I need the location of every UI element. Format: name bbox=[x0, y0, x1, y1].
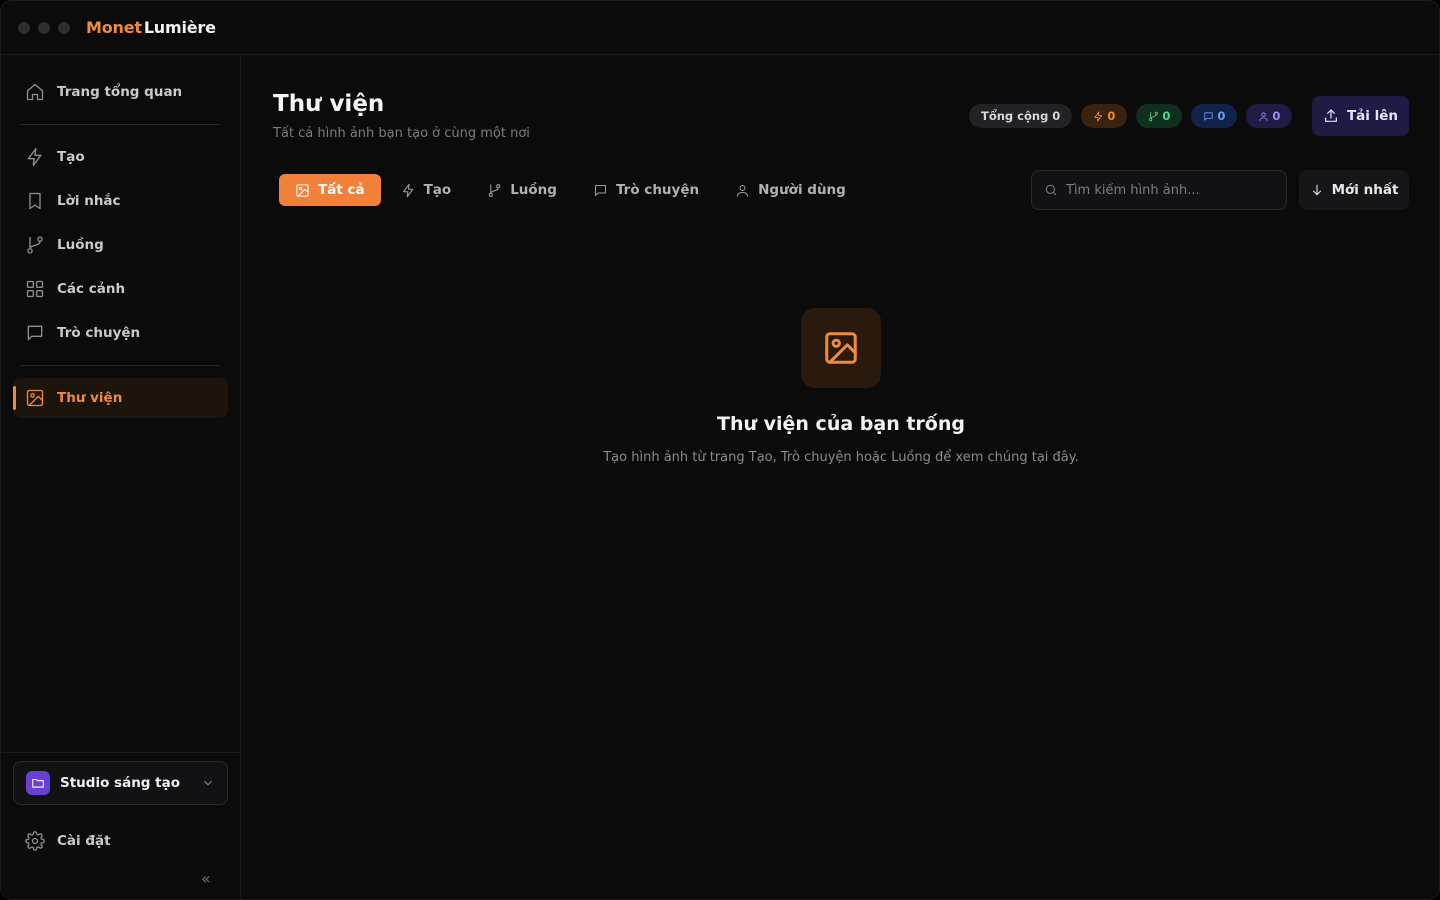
empty-state-message: Tạo hình ảnh từ trang Tạo, Trò chuyện ho… bbox=[603, 450, 1079, 465]
sidebar-item-scenes[interactable]: Các cảnh bbox=[13, 269, 228, 309]
sidebar-item-dashboard[interactable]: Trang tổng quan bbox=[13, 72, 228, 112]
git-branch-icon bbox=[1149, 111, 1159, 121]
sidebar-item-label: Tạo bbox=[57, 149, 85, 165]
grid-icon bbox=[26, 280, 44, 298]
user-icon bbox=[1259, 111, 1268, 121]
upload-button[interactable]: Tải lên bbox=[1312, 96, 1409, 136]
lightning-icon bbox=[27, 148, 42, 166]
sidebar-item-label: Các cảnh bbox=[57, 281, 126, 297]
app-brand: Monet Lumière bbox=[86, 18, 216, 37]
total-count-badge: Tổng cộng 0 bbox=[969, 104, 1073, 128]
tab-generate[interactable]: Tạo bbox=[385, 174, 468, 206]
sidebar-item-generate[interactable]: Tạo bbox=[13, 137, 228, 177]
sidebar-divider bbox=[21, 124, 219, 125]
page-subtitle: Tất cả hình ảnh bạn tạo ở cùng một nơi bbox=[273, 126, 530, 141]
git-branch-icon bbox=[488, 183, 501, 197]
git-branch-icon bbox=[27, 236, 43, 254]
sidebar-item-chat[interactable]: Trò chuyện bbox=[13, 313, 228, 353]
tab-all[interactable]: Tất cả bbox=[279, 174, 381, 206]
tab-flows[interactable]: Luồng bbox=[471, 174, 573, 206]
user-icon bbox=[737, 184, 749, 197]
sidebar-item-settings[interactable]: Cài đặt bbox=[13, 821, 228, 861]
sidebar-footer-divider bbox=[1, 752, 240, 753]
sidebar: Trang tổng quan Tạo Lời nhắc Luồng Các c… bbox=[1, 55, 241, 899]
filter-tabs: Tất cả Tạo Luồng Trò chuyện Người dùng bbox=[279, 174, 866, 206]
flow-count-badge: 0 bbox=[1136, 104, 1183, 128]
arrow-down-icon bbox=[1312, 184, 1321, 196]
home-icon bbox=[26, 83, 44, 101]
sort-dropdown[interactable]: Mới nhất bbox=[1299, 170, 1409, 210]
maximize-window-button[interactable] bbox=[58, 21, 70, 34]
sidebar-item-label: Lời nhắc bbox=[57, 193, 121, 209]
search-icon bbox=[1045, 184, 1057, 196]
user-count-badge: 0 bbox=[1246, 104, 1293, 128]
image-icon bbox=[26, 389, 44, 407]
empty-state-image-icon bbox=[801, 308, 881, 388]
empty-state-title: Thư viện của bạn trống bbox=[717, 413, 965, 435]
chat-icon bbox=[594, 184, 606, 196]
generate-count-badge: 0 bbox=[1081, 104, 1128, 128]
sidebar-item-label: Luồng bbox=[57, 237, 104, 253]
sidebar-item-flows[interactable]: Luồng bbox=[13, 225, 228, 265]
gear-icon bbox=[25, 831, 45, 851]
chevron-down-icon bbox=[204, 780, 212, 786]
window-controls bbox=[18, 21, 70, 34]
bookmark-icon bbox=[29, 192, 41, 210]
image-icon bbox=[296, 183, 309, 197]
sidebar-item-prompts[interactable]: Lời nhắc bbox=[13, 181, 228, 221]
page-title: Thư viện bbox=[273, 91, 385, 117]
sidebar-item-label: Trang tổng quan bbox=[57, 84, 183, 100]
settings-label: Cài đặt bbox=[57, 833, 111, 849]
sidebar-item-label: Trò chuyện bbox=[57, 325, 141, 341]
workspace-selector[interactable]: Studio sáng tạo bbox=[13, 761, 228, 805]
tab-chat[interactable]: Trò chuyện bbox=[577, 174, 715, 206]
sidebar-divider bbox=[21, 365, 219, 366]
close-window-button[interactable] bbox=[18, 21, 30, 34]
chat-icon bbox=[27, 325, 43, 341]
lightning-icon bbox=[1094, 111, 1103, 121]
app-window: Monet Lumière Trang tổng quan Tạo Lời nhắ… bbox=[0, 0, 1440, 900]
folder-icon bbox=[26, 771, 50, 795]
upload-icon bbox=[1325, 109, 1337, 122]
stats-badges: Tổng cộng 0 0 0 0 0 bbox=[969, 104, 1293, 128]
brand-name-part2: Lumière bbox=[143, 18, 216, 37]
search-box bbox=[1031, 170, 1287, 210]
sidebar-item-library[interactable]: Thư viện bbox=[13, 378, 228, 418]
search-input[interactable] bbox=[1066, 182, 1266, 198]
chat-icon bbox=[1204, 111, 1213, 121]
sidebar-item-label: Thư viện bbox=[57, 390, 123, 406]
tab-users[interactable]: Người dùng bbox=[719, 174, 862, 206]
collapse-sidebar-button[interactable]: « bbox=[201, 869, 211, 888]
main-content: Thư viện Tất cả hình ảnh bạn tạo ở cùng … bbox=[241, 55, 1439, 899]
title-bar: Monet Lumière bbox=[1, 1, 1439, 55]
brand-name-part1: Monet bbox=[86, 18, 142, 37]
minimize-window-button[interactable] bbox=[38, 21, 50, 34]
workspace-label: Studio sáng tạo bbox=[60, 775, 181, 791]
chat-count-badge: 0 bbox=[1191, 104, 1238, 128]
lightning-icon bbox=[402, 183, 413, 197]
